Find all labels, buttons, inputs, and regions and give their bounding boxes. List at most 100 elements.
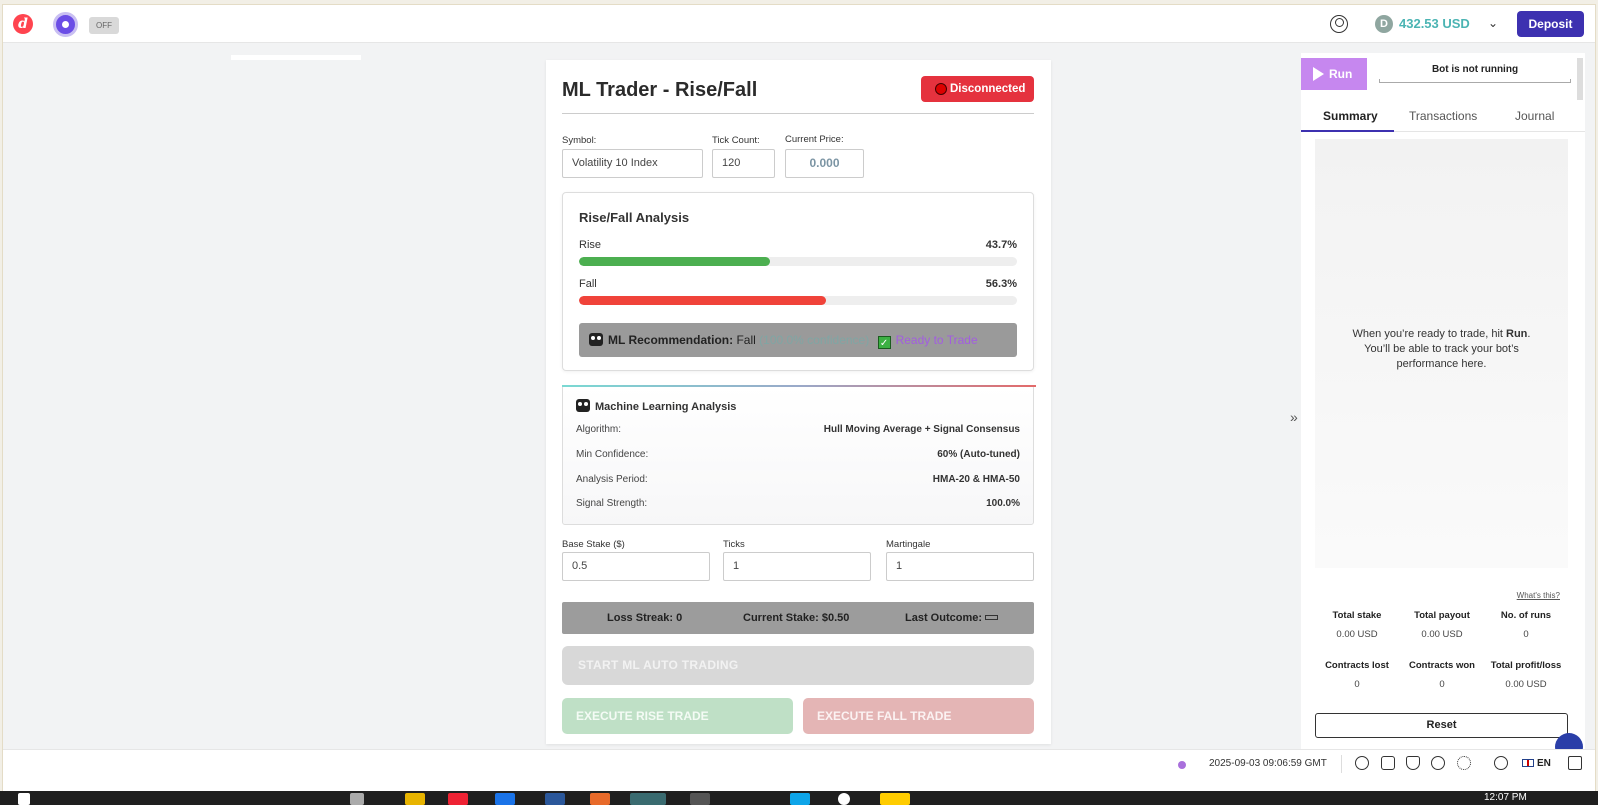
recommendation-value: Fall	[736, 333, 756, 347]
total-profit-loss: Total profit/loss 0.00 USD	[1484, 660, 1568, 690]
execute-fall-trade-button[interactable]: EXECUTE FALL TRADE	[803, 698, 1034, 734]
taskbar-app-icon[interactable]	[350, 793, 364, 805]
rise-fall-analysis-panel: Rise/Fall Analysis Rise 43.7% Fall 56.3%…	[562, 192, 1034, 371]
account-balance[interactable]: 432.53 USD	[1399, 16, 1470, 31]
contracts-lost-value: 0	[1354, 679, 1360, 690]
current-stake: Current Stake: $0.50	[743, 612, 850, 624]
empty-run-word: Run	[1506, 328, 1528, 340]
min-confidence-value: 60% (Auto-tuned)	[937, 449, 1020, 460]
whatsapp-icon[interactable]	[1355, 756, 1369, 770]
collapse-panel-icon[interactable]: »	[1290, 409, 1298, 425]
taskbar-app-icon[interactable]	[838, 793, 850, 805]
top-header: d OFF D 432.53 USD ⌄ Deposit	[3, 5, 1595, 43]
owl-icon	[576, 399, 590, 412]
os-taskbar: 12:07 PM	[0, 791, 1598, 805]
windows-start-icon[interactable]	[18, 793, 30, 805]
network-status-icon	[1178, 761, 1186, 769]
app-window: d OFF D 432.53 USD ⌄ Deposit ML Trader -…	[2, 4, 1596, 791]
algorithm-value: Hull Moving Average + Signal Consensus	[823, 424, 1020, 435]
total-payout-value: 0.00 USD	[1421, 629, 1463, 640]
language-selector[interactable]: EN	[1522, 758, 1551, 769]
ticks-input[interactable]: 1	[723, 552, 871, 581]
run-button[interactable]: Run	[1301, 58, 1367, 90]
martingale-label: Martingale	[886, 539, 931, 550]
martingale-input[interactable]: 1	[886, 552, 1034, 581]
tab-transactions[interactable]: Transactions	[1409, 109, 1477, 123]
connection-status-button[interactable]: Disconnected	[921, 76, 1034, 102]
total-stake-value: 0.00 USD	[1336, 629, 1378, 640]
execute-rise-trade-button[interactable]: EXECUTE RISE TRADE	[562, 698, 793, 734]
whats-this-link[interactable]: What's this?	[1517, 591, 1560, 600]
currency-icon: D	[1375, 15, 1393, 33]
chevron-down-icon[interactable]: ⌄	[1486, 16, 1500, 30]
symbol-label: Symbol:	[562, 135, 597, 146]
deriv-icon[interactable]	[1381, 756, 1395, 770]
file-explorer-icon[interactable]	[405, 793, 425, 805]
machine-learning-analysis-panel: Machine Learning Analysis Algorithm: Hul…	[562, 385, 1036, 525]
contracts-won-value: 0	[1439, 679, 1445, 690]
divider	[562, 113, 1034, 114]
last-outcome-label: Last Outcome:	[905, 612, 983, 624]
base-stake-label: Base Stake ($)	[562, 539, 625, 550]
min-confidence-label: Min Confidence:	[576, 449, 649, 460]
deriv-logo-icon[interactable]: d	[13, 14, 33, 34]
analysis-title: Rise/Fall Analysis	[579, 210, 690, 225]
no-of-runs-value: 0	[1523, 629, 1529, 640]
footer-divider	[1341, 755, 1342, 773]
browser-icon[interactable]	[630, 793, 666, 805]
fullscreen-icon[interactable]	[1568, 756, 1582, 770]
total-payout-label: Total payout	[1414, 610, 1470, 621]
contracts-lost: Contracts lost 0	[1315, 660, 1399, 690]
base-stake-input[interactable]: 0.5	[562, 552, 710, 581]
play-icon	[1313, 67, 1324, 81]
reset-button[interactable]: Reset	[1315, 713, 1568, 738]
rise-percentage: 43.7%	[985, 239, 1017, 251]
symbol-select[interactable]: Volatility 10 Index	[562, 149, 703, 178]
tab-summary[interactable]: Summary	[1323, 109, 1378, 123]
help-icon[interactable]	[1494, 756, 1508, 770]
taskbar-app-icon[interactable]	[448, 793, 468, 805]
scrollbar[interactable]	[1577, 58, 1583, 100]
off-toggle[interactable]: OFF	[89, 17, 119, 34]
contracts-won-label: Contracts won	[1409, 660, 1475, 671]
fall-progress-bar	[579, 296, 1017, 305]
account-icon[interactable]	[1330, 15, 1348, 33]
footer-bar: 2025-09-03 09:06:59 GMT EN	[3, 749, 1595, 791]
fall-label: Fall	[579, 278, 597, 290]
taskbar-app-icon[interactable]	[495, 793, 515, 805]
run-button-label: Run	[1329, 67, 1353, 81]
theme-icon[interactable]	[1457, 756, 1471, 770]
summary-content: When you’re ready to trade, hit Run. You…	[1315, 139, 1568, 568]
empty-state-message: When you’re ready to trade, hit Run. You…	[1352, 328, 1531, 370]
empty-line-2: You’ll be able to track your bot’s	[1364, 343, 1519, 355]
total-profit-loss-label: Total profit/loss	[1490, 660, 1562, 671]
connection-status-label: Disconnected	[950, 83, 1026, 95]
language-label: EN	[1537, 758, 1551, 769]
shield-icon[interactable]	[1406, 756, 1420, 770]
owl-icon	[589, 333, 603, 346]
recommendation-label: ML Recommendation:	[608, 333, 734, 347]
ml-recommendation-banner: ML Recommendation: Fall (100.0% confiden…	[579, 323, 1017, 357]
tab-journal[interactable]: Journal	[1515, 109, 1554, 123]
taskbar-app-icon[interactable]	[690, 793, 710, 805]
recommendation-confidence: (100.0% confidence)	[759, 333, 870, 347]
taskbar-app-icon[interactable]	[880, 793, 910, 805]
taskbar-app-icon[interactable]	[590, 793, 610, 805]
contracts-lost-label: Contracts lost	[1325, 660, 1389, 671]
rise-label: Rise	[579, 239, 602, 251]
tick-count-label: Tick Count:	[712, 135, 760, 146]
algorithm-label: Algorithm:	[576, 424, 622, 435]
bot-builder-icon[interactable]	[53, 12, 78, 37]
check-icon: ✓	[877, 336, 891, 349]
empty-line-3: performance here.	[1396, 358, 1487, 370]
loss-streak: Loss Streak: 0	[607, 612, 683, 624]
rise-progress-fill	[579, 257, 771, 266]
start-auto-trading-button[interactable]: START ML AUTO TRADING	[562, 646, 1034, 685]
deposit-button[interactable]: Deposit	[1517, 11, 1584, 37]
red-circle-icon	[935, 83, 947, 95]
tick-count-input[interactable]: 120	[712, 149, 775, 178]
word-icon[interactable]	[545, 793, 565, 805]
last-outcome: Last Outcome:	[905, 612, 999, 624]
gauge-icon[interactable]	[1431, 756, 1445, 770]
taskbar-app-icon[interactable]	[790, 793, 810, 805]
